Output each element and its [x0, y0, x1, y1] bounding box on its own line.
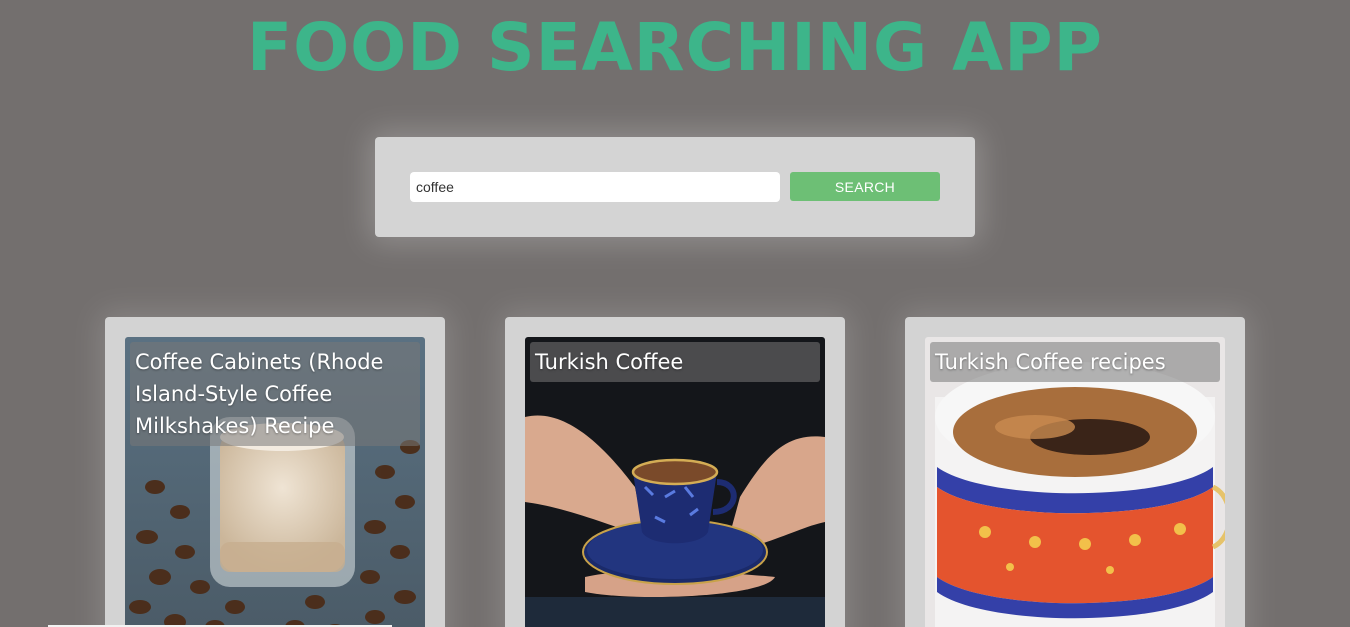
- recipe-image-turkish-coffee-recipes[interactable]: Turkish Coffee recipes: [925, 337, 1225, 627]
- recipe-image-coffee-milkshake[interactable]: Coffee Cabinets (Rhode Island-Style Coff…: [125, 337, 425, 627]
- recipe-card[interactable]: Turkish Coffee recipes: [905, 317, 1245, 627]
- search-input[interactable]: [410, 172, 780, 202]
- recipe-title[interactable]: Turkish Coffee recipes: [930, 342, 1220, 382]
- recipe-card[interactable]: Turkish Coffee: [505, 317, 845, 627]
- recipe-title[interactable]: Coffee Cabinets (Rhode Island-Style Coff…: [130, 342, 420, 446]
- recipe-image-turkish-coffee[interactable]: Turkish Coffee: [525, 337, 825, 627]
- page: FOOD SEARCHING APP SEARCH: [0, 0, 1350, 627]
- recipe-card[interactable]: Coffee Cabinets (Rhode Island-Style Coff…: [105, 317, 445, 627]
- search-button[interactable]: SEARCH: [790, 172, 940, 201]
- app-title: FOOD SEARCHING APP: [246, 9, 1104, 86]
- search-panel: SEARCH: [375, 137, 975, 237]
- recipe-title[interactable]: Turkish Coffee: [530, 342, 820, 382]
